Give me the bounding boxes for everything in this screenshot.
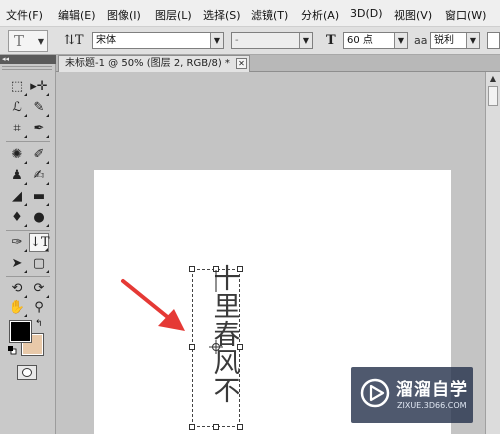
- options-bar: T ▼ ⇅T 宋体 ▼ - ▼ T 60 点 ▼ aa 锐利 ▼: [0, 27, 500, 55]
- dodge-tool-icon[interactable]: ●: [29, 208, 49, 227]
- vertical-type-icon: T: [14, 32, 25, 50]
- play-logo-icon: [360, 378, 390, 408]
- blur-tool-icon[interactable]: ♦: [7, 208, 27, 227]
- collapse-icon[interactable]: ◂◂: [0, 55, 56, 64]
- healing-brush-tool-icon[interactable]: ✺: [7, 145, 27, 164]
- text-char: 春: [213, 320, 241, 351]
- lasso-tool-icon[interactable]: ℒ: [7, 98, 27, 117]
- brush-tool-icon[interactable]: ✐: [29, 145, 49, 164]
- eyedropper-tool-icon[interactable]: ✒: [29, 119, 49, 138]
- shape-tool-icon[interactable]: ▢: [29, 254, 49, 273]
- watermark-name: 溜溜自学: [396, 380, 468, 400]
- foreground-color-swatch[interactable]: [9, 320, 32, 343]
- scroll-up-icon[interactable]: ▲: [486, 72, 500, 86]
- toolbar-divider: [6, 230, 50, 231]
- font-style-value: -: [235, 35, 239, 46]
- move-tool-icon[interactable]: ▸✛: [29, 77, 49, 96]
- document-tab[interactable]: 未标题-1 @ 50% (图层 2, RGB/8) * ✕: [58, 55, 250, 72]
- scrollbar-thumb[interactable]: [488, 86, 498, 106]
- 3d-rotate-tool-icon[interactable]: ⟲: [7, 279, 27, 298]
- document-tab-title: 未标题-1 @ 50% (图层 2, RGB/8) *: [65, 58, 230, 69]
- menu-image[interactable]: 图像(I): [107, 7, 141, 23]
- font-family-select[interactable]: 宋体 ▼: [92, 32, 224, 49]
- document-tab-bar: 未标题-1 @ 50% (图层 2, RGB/8) * ✕: [56, 55, 500, 72]
- antialias-value: 锐利: [434, 35, 454, 46]
- quick-mask-icon: [22, 368, 32, 377]
- eraser-tool-icon[interactable]: ◢: [7, 187, 27, 206]
- chevron-down-icon[interactable]: ▼: [210, 33, 223, 48]
- clone-stamp-tool-icon[interactable]: ♟: [7, 166, 27, 185]
- chevron-down-icon[interactable]: ▼: [466, 33, 479, 48]
- default-colors-icon[interactable]: [7, 345, 17, 355]
- text-char: 风: [213, 348, 241, 379]
- menu-filter[interactable]: 滤镜(T): [251, 7, 288, 23]
- menu-select[interactable]: 选择(S): [203, 7, 241, 23]
- toolbar-divider: [6, 141, 50, 142]
- tools-panel: ◂◂ ⬚ ▸✛ ℒ ✎ ⌗ ✒ ✺ ✐ ♟ ✍ ◢ ▬ ♦ ● ✑ ↓T ➤ ▢…: [0, 55, 56, 434]
- chevron-down-icon[interactable]: ▼: [299, 33, 312, 48]
- font-size-value: 60 点: [347, 35, 373, 46]
- font-style-select[interactable]: - ▼: [231, 32, 313, 49]
- panel-grip[interactable]: [2, 66, 52, 70]
- transform-handle[interactable]: [213, 424, 219, 430]
- antialias-select[interactable]: 锐利 ▼: [430, 32, 480, 49]
- text-cursor: [215, 270, 217, 292]
- marquee-tool-icon[interactable]: ⬚: [7, 77, 27, 96]
- menu-edit[interactable]: 编辑(E): [58, 7, 96, 23]
- transform-handle[interactable]: [189, 266, 195, 272]
- font-size-select[interactable]: 60 点 ▼: [343, 32, 408, 49]
- vertical-type-tool-icon[interactable]: ↓T: [29, 233, 50, 252]
- menu-analysis[interactable]: 分析(A): [301, 7, 339, 23]
- vertical-text-layer[interactable]: 十 里 春 风 不: [204, 266, 250, 406]
- chevron-down-icon: ▼: [37, 37, 44, 46]
- menu-file[interactable]: 文件(F): [6, 7, 43, 23]
- close-icon[interactable]: ✕: [236, 58, 247, 69]
- crop-tool-icon[interactable]: ⌗: [7, 119, 27, 138]
- toolbar-divider: [6, 276, 50, 277]
- vertical-scrollbar[interactable]: ▲: [485, 72, 500, 434]
- swap-colors-icon[interactable]: ↰: [35, 319, 43, 329]
- text-char: 十: [213, 264, 241, 295]
- font-size-icon: T: [326, 33, 336, 48]
- font-family-value: 宋体: [96, 35, 116, 46]
- quick-mask-button[interactable]: [17, 365, 37, 380]
- pen-tool-icon[interactable]: ✑: [7, 233, 27, 252]
- text-char: 里: [213, 292, 241, 323]
- quick-selection-tool-icon[interactable]: ✎: [29, 98, 49, 117]
- history-brush-tool-icon[interactable]: ✍: [29, 166, 49, 185]
- transform-handle[interactable]: [189, 344, 195, 350]
- tool-preset-picker[interactable]: T ▼: [8, 30, 48, 52]
- menu-bar: 文件(F) 编辑(E) 图像(I) 图层(L) 选择(S) 滤镜(T) 分析(A…: [0, 0, 500, 27]
- transform-handle[interactable]: [189, 424, 195, 430]
- menu-window[interactable]: 窗口(W): [445, 7, 486, 23]
- transform-handle[interactable]: [237, 424, 243, 430]
- path-selection-tool-icon[interactable]: ➤: [7, 254, 27, 273]
- zoom-tool-icon[interactable]: ⚲: [29, 298, 49, 317]
- antialias-icon: aa: [414, 34, 428, 47]
- hand-tool-icon[interactable]: ✋: [7, 298, 27, 317]
- watermark: 溜溜自学 ZIXUE.3D66.COM: [351, 367, 473, 423]
- align-left-button[interactable]: [487, 32, 500, 49]
- 3d-orbit-tool-icon[interactable]: ⟳: [29, 279, 49, 298]
- chevron-down-icon[interactable]: ▼: [394, 33, 407, 48]
- menu-3d[interactable]: 3D(D): [350, 7, 383, 20]
- menu-view[interactable]: 视图(V): [394, 7, 432, 23]
- annotation-arrow-icon: [121, 279, 185, 331]
- text-char: 不: [213, 376, 241, 407]
- gradient-tool-icon[interactable]: ▬: [29, 187, 49, 206]
- text-orientation-icon[interactable]: ⇅T: [64, 33, 84, 48]
- menu-layer[interactable]: 图层(L): [155, 7, 192, 23]
- watermark-url: ZIXUE.3D66.COM: [397, 401, 467, 410]
